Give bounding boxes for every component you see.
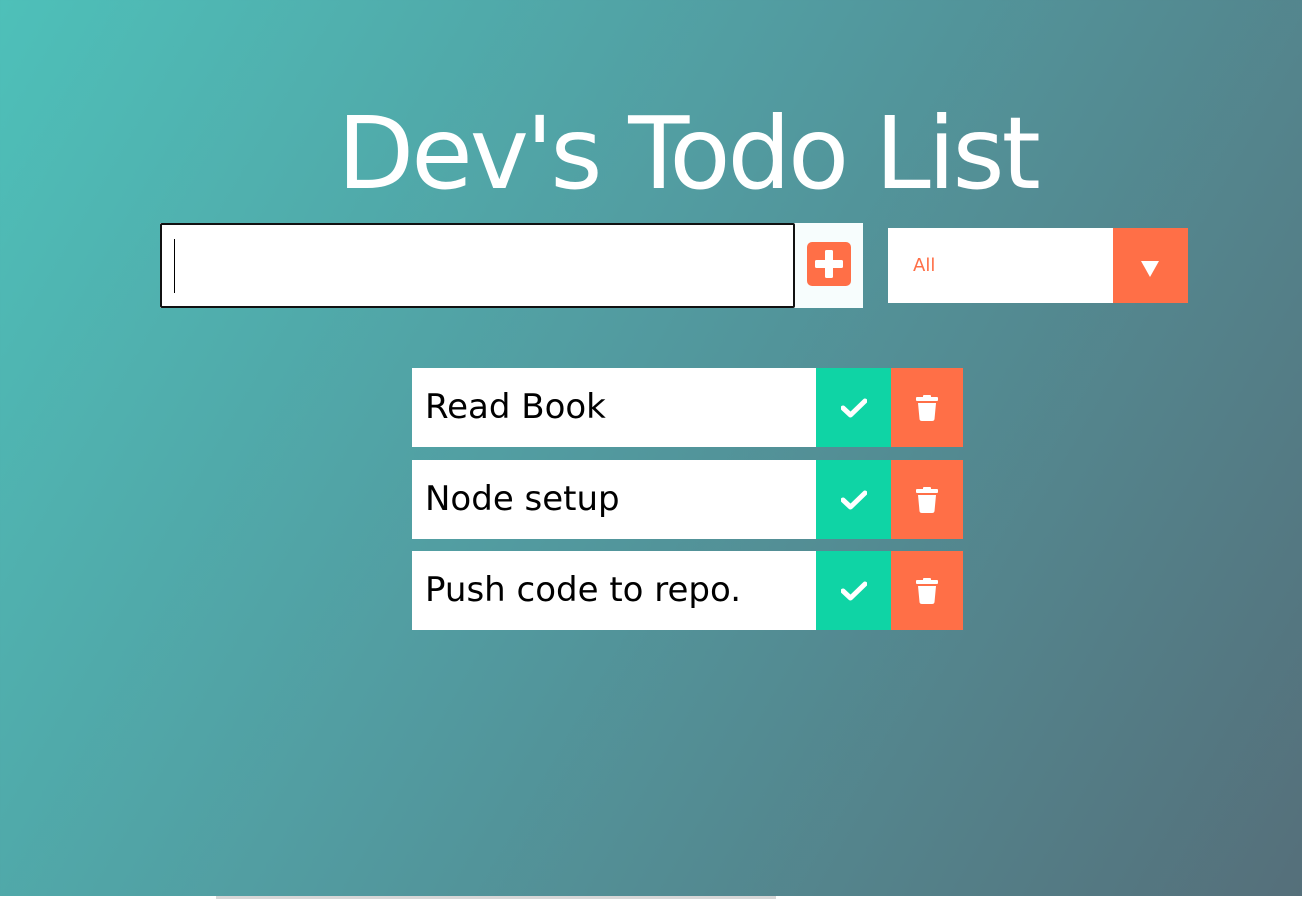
page-title: Dev's Todo List [337, 95, 1041, 212]
todo-item: Push code to repo. [412, 551, 963, 630]
todo-item: Read Book [412, 368, 963, 447]
todo-text: Read Book [425, 387, 606, 427]
trash-icon [916, 394, 938, 421]
delete-button[interactable] [891, 551, 963, 630]
filter-select[interactable]: All [888, 228, 1188, 303]
trash-icon [916, 577, 938, 604]
todo-item: Node setup [412, 460, 963, 539]
complete-button[interactable] [816, 460, 891, 539]
text-cursor [174, 239, 175, 293]
delete-button[interactable] [891, 460, 963, 539]
check-icon [840, 398, 867, 417]
check-icon [840, 581, 867, 600]
caret-down-icon [1141, 261, 1159, 277]
filter-dropdown-button[interactable] [1113, 228, 1188, 303]
todo-text: Node setup [425, 479, 620, 519]
todo-form [160, 223, 863, 308]
todo-text: Push code to repo. [425, 570, 742, 610]
filter-selected-value: All [913, 255, 936, 276]
trash-icon [916, 486, 938, 513]
complete-button[interactable] [816, 368, 891, 447]
plus-icon [815, 250, 843, 278]
add-todo-button[interactable] [807, 242, 851, 286]
check-icon [840, 490, 867, 509]
delete-button[interactable] [891, 368, 963, 447]
complete-button[interactable] [816, 551, 891, 630]
todo-input[interactable] [160, 223, 795, 308]
